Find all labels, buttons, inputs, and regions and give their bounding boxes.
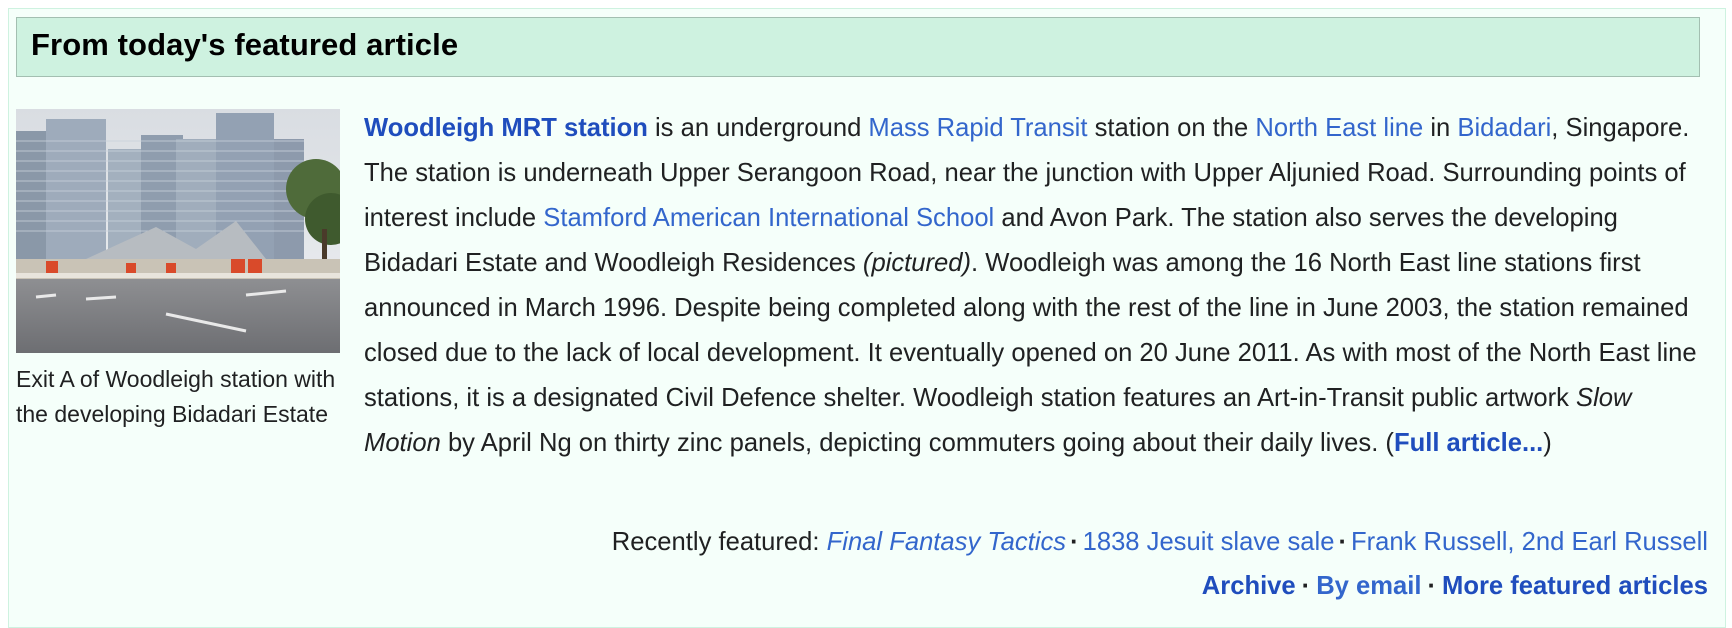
full-article-link[interactable]: Full article... (1394, 429, 1543, 457)
featured-image[interactable] (16, 109, 340, 353)
recent-link-jesuit-slave-sale[interactable]: 1838 Jesuit slave sale (1083, 528, 1335, 556)
article-title-link[interactable]: Woodleigh MRT station (364, 114, 648, 142)
recently-featured-label: Recently featured: (611, 528, 827, 556)
link-bidadari[interactable]: Bidadari (1457, 114, 1551, 142)
link-stamford-school[interactable]: Stamford American International School (543, 204, 994, 232)
article-text: is an underground (647, 114, 869, 142)
image-caption: Exit A of Woodleigh station with the dev… (16, 366, 336, 427)
more-featured-articles-link[interactable]: More featured articles (1442, 572, 1708, 600)
recently-featured: Recently featured: Final Fantasy Tactics… (612, 522, 1708, 562)
article-text: station on the (1087, 114, 1256, 142)
separator: · (1301, 572, 1311, 600)
separator: · (1338, 528, 1347, 556)
link-mass-rapid-transit[interactable]: Mass Rapid Transit (868, 114, 1087, 142)
separator: · (1070, 528, 1079, 556)
article-text: in (1423, 114, 1458, 142)
article-text: ) (1543, 429, 1552, 457)
recent-link-final-fantasy-tactics[interactable]: Final Fantasy Tactics (827, 528, 1066, 556)
article-text: by April Ng on thirty zinc panels, depic… (440, 429, 1394, 457)
footer-links: Archive · By email · More featured articles (1202, 566, 1708, 606)
archive-link[interactable]: Archive (1202, 572, 1296, 600)
pictured-note: (pictured) (862, 249, 972, 277)
panel-header: From today's featured article (16, 17, 1700, 77)
article-summary: Woodleigh MRT station is an underground … (364, 106, 1702, 466)
by-email-link[interactable]: By email (1316, 572, 1421, 600)
recent-link-frank-russell[interactable]: Frank Russell, 2nd Earl Russell (1351, 528, 1708, 556)
separator: · (1427, 572, 1436, 600)
link-north-east-line[interactable]: North East line (1255, 114, 1423, 142)
panel-title: From today's featured article (31, 27, 459, 62)
